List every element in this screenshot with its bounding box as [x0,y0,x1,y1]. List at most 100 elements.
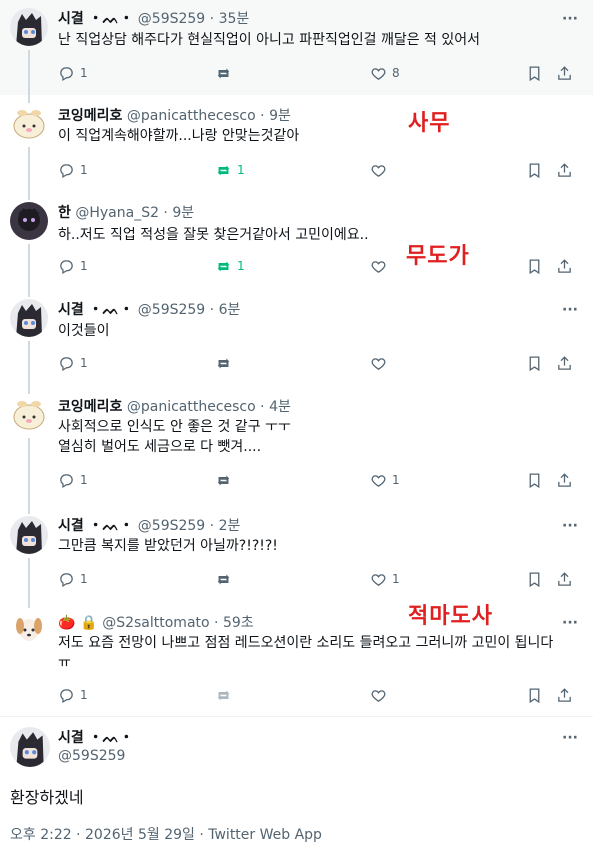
share-button[interactable] [556,353,578,373]
display-name[interactable]: 시결 ・ᨓ・ [58,11,133,27]
retweet-button[interactable] [215,353,237,373]
retweet-icon [217,358,230,368]
reply-button[interactable]: 1 [58,63,88,83]
retweet-icon [217,475,230,485]
tweet-0[interactable]: 시결 ・ᨓ・ @59S259 · 35분 ··· 난 직업상담 해주다가 현실직… [0,0,593,95]
retweet-button[interactable] [215,685,237,705]
like-button[interactable]: 1 [370,569,400,589]
timestamp[interactable]: 35분 [219,11,250,27]
tweet-header: 한 @Hyana_S2 · 9분 [58,205,195,221]
avatar[interactable] [10,516,48,554]
reply-button[interactable]: 1 [58,685,88,705]
reply-button[interactable]: 1 [58,256,88,276]
more-icon[interactable]: ··· [560,519,580,533]
handle[interactable]: @59S259 [58,748,125,764]
share-button[interactable] [556,470,578,490]
like-button[interactable] [370,685,392,705]
share-button[interactable] [556,160,578,180]
display-name[interactable]: 시결 ・ᨓ・ [58,727,133,747]
tweet-6[interactable]: 🍅 🔒 @S2salttomato · 59초 적마도사 ··· 저도 요즘 전… [0,604,593,718]
reply-button[interactable]: 1 [58,353,88,373]
handle[interactable]: @59S259 [138,518,205,534]
like-button[interactable]: 8 [370,63,400,83]
handle[interactable]: @panicatthecesco [127,108,256,124]
avatar[interactable] [10,8,48,46]
like-button[interactable]: 1 [370,470,400,490]
display-name[interactable]: 코잉메리호 [58,108,122,124]
share-button[interactable] [556,63,578,83]
share-button[interactable] [556,685,578,705]
display-name[interactable]: 시결 ・ᨓ・ [58,302,133,318]
main-tweet: 시결 ・ᨓ・ @59S259 ··· 환장하겠네 오후 2:22 · 2026년… [0,717,593,851]
avatar[interactable] [10,727,50,767]
tweet-3[interactable]: 시결 ・ᨓ・ @59S259 · 6분 ··· 이것들이 1 [0,289,593,386]
heart-icon [371,357,386,370]
reply-icon [60,66,73,81]
main-tweet-text: 환장하겠네 [10,788,84,807]
timestamp[interactable]: 2분 [219,518,241,534]
timestamp[interactable]: 4분 [269,399,291,415]
avatar[interactable] [10,299,48,337]
tweet-2[interactable]: 한 @Hyana_S2 · 9분 하..저도 직업 적성을 잘못 찾은거같아서 … [0,192,593,289]
handle[interactable]: @Hyana_S2 [75,205,159,221]
share-icon [558,687,571,702]
handle[interactable]: @S2salttomato [102,615,209,631]
reply-button[interactable]: 1 [58,160,88,180]
bookmark-button[interactable] [526,256,548,276]
retweet-button[interactable]: 1 [215,256,245,276]
retweet-button[interactable]: 1 [215,160,245,180]
bookmark-button[interactable] [526,160,548,180]
timestamp[interactable]: 9분 [172,205,194,221]
more-icon[interactable]: ··· [560,12,580,26]
reply-button[interactable]: 1 [58,569,88,589]
bookmark-button[interactable] [526,470,548,490]
bookmark-icon [529,687,540,703]
reply-icon [60,163,73,178]
more-icon[interactable]: ··· [560,616,580,630]
bookmark-button[interactable] [526,569,548,589]
bookmark-icon [529,355,540,371]
annotation-label: 적마도사 [408,604,493,629]
bookmark-button[interactable] [526,353,548,373]
avatar[interactable] [10,608,48,646]
retweet-button[interactable] [215,569,237,589]
avatar[interactable] [10,202,48,240]
tweet-header: 시결 ・ᨓ・ @59S259 · 6분 [58,302,241,318]
tweet-header: 시결 ・ᨓ・ @59S259 · 2분 [58,518,241,534]
bookmark-button[interactable] [526,63,548,83]
more-icon[interactable]: ··· [560,731,580,745]
tweet-4[interactable]: 코잉메리호 @panicatthecesco · 4분 사회적으로 인식도 안 … [0,386,593,506]
tweet-5[interactable]: 시결 ・ᨓ・ @59S259 · 2분 ··· 그만큼 복지를 받았던거 아닐까… [0,506,593,604]
handle[interactable]: @panicatthecesco [127,399,256,415]
like-button[interactable] [370,256,392,276]
retweet-button[interactable] [215,470,237,490]
bookmark-button[interactable] [526,685,548,705]
avatar[interactable] [10,396,48,434]
retweet-icon [217,261,230,271]
avatar[interactable] [10,105,48,143]
display-name[interactable]: 시결 ・ᨓ・ [58,518,133,534]
share-button[interactable] [556,256,578,276]
share-icon [558,355,571,370]
heart-icon [371,573,386,586]
reply-button[interactable]: 1 [58,470,88,490]
timestamp[interactable]: 9분 [269,108,291,124]
display-name[interactable]: 한 [58,205,71,221]
display-name[interactable]: 🍅 🔒 [58,615,98,631]
tweet-1[interactable]: 코잉메리호 @panicatthecesco · 9분 사무 이 직업계속해야할… [0,95,593,192]
thread-line [28,506,30,514]
retweet-button[interactable] [215,63,237,83]
handle[interactable]: @59S259 [138,11,205,27]
timestamp[interactable]: 59초 [223,615,254,631]
tweet-text: 하..저도 직업 적성을 잘못 찾은거같아서 고민이에요.. [58,227,369,243]
share-button[interactable] [556,569,578,589]
timestamp[interactable]: 오후 2:22 · 2026년 5월 29일 · Twitter Web App [10,824,322,844]
more-icon[interactable]: ··· [560,303,580,317]
like-button[interactable] [370,160,392,180]
handle[interactable]: @59S259 [138,302,205,318]
bookmark-icon [529,65,540,81]
tweet-text: 이 직업계속해야할까...나랑 안맞는것같아 [58,128,300,144]
like-button[interactable] [370,353,392,373]
display-name[interactable]: 코잉메리호 [58,399,122,415]
timestamp[interactable]: 6분 [219,302,241,318]
